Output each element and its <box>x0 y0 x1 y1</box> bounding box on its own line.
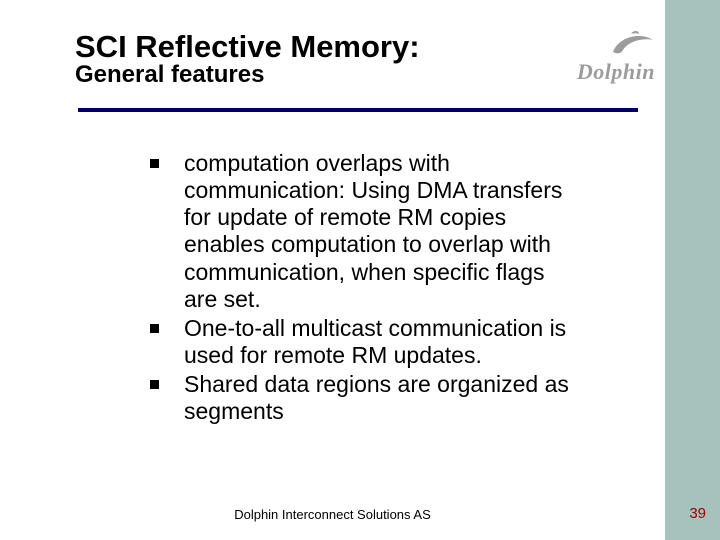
slide-header: SCI Reflective Memory: General features <box>75 30 635 88</box>
list-item: computation overlaps with communication:… <box>150 150 580 313</box>
divider-rule <box>78 108 638 112</box>
footer-text: Dolphin Interconnect Solutions AS <box>0 507 665 522</box>
bullet-list: computation overlaps with communication:… <box>150 150 580 425</box>
list-item: One-to-all multicast communication is us… <box>150 315 580 369</box>
page-number: 39 <box>689 505 706 522</box>
slide-body: computation overlaps with communication:… <box>150 150 580 427</box>
list-item: Shared data regions are organized as seg… <box>150 371 580 425</box>
slide-title: SCI Reflective Memory: <box>75 30 635 64</box>
slide-subtitle: General features <box>75 62 635 88</box>
side-accent-bar <box>665 0 720 540</box>
slide: Dolphin SCI Reflective Memory: General f… <box>0 0 720 540</box>
